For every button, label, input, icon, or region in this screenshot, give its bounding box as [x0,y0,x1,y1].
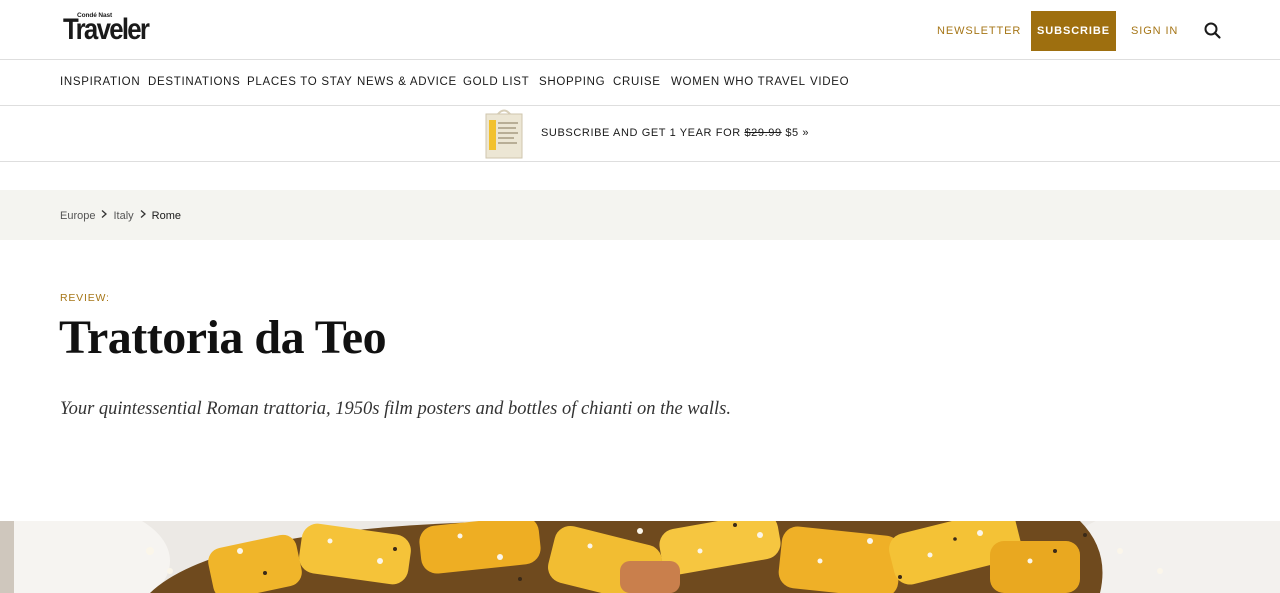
subscribe-promo-link[interactable]: SUBSCRIBE AND GET 1 YEAR FOR $29.99 $5 » [541,127,809,139]
breadcrumb-europe[interactable]: Europe [60,210,95,222]
breadcrumb-italy[interactable]: Italy [113,210,133,222]
nav-item-news-advice[interactable]: NEWS & ADVICE [357,76,457,88]
breadcrumb-bar: Europe Italy Rome [0,190,1280,240]
breadcrumb: Europe Italy Rome [60,209,181,222]
subscribe-promo-bar: SUBSCRIBE AND GET 1 YEAR FOR $29.99 $5 » [0,106,1280,162]
tote-bag-image[interactable] [484,108,524,160]
main-nav: INSPIRATION DESTINATIONS PLACES TO STAY … [0,60,1280,106]
breadcrumb-rome[interactable]: Rome [152,210,181,222]
promo-old-price: $29.99 [744,127,782,139]
page-title: Trattoria da Teo [59,311,387,364]
nav-item-cruise[interactable]: CRUISE [613,76,661,88]
pasta-dish-image [0,521,1280,593]
logo-big-text: Traveler [63,13,150,46]
site-header: Condé Nast Traveler NEWSLETTER SUBSCRIBE… [0,0,1280,60]
sign-in-link[interactable]: SIGN IN [1131,25,1178,37]
chevron-right-icon [134,209,152,222]
nav-item-women-who-travel[interactable]: WOMEN WHO TRAVEL [671,76,806,88]
newsletter-link[interactable]: NEWSLETTER [937,25,1021,37]
nav-item-gold-list[interactable]: GOLD LIST [463,76,529,88]
nav-item-video[interactable]: VIDEO [810,76,849,88]
subscribe-button[interactable]: SUBSCRIBE [1031,11,1116,51]
nav-item-inspiration[interactable]: INSPIRATION [60,76,140,88]
nav-item-shopping[interactable]: SHOPPING [539,76,605,88]
review-kicker: REVIEW: [60,292,110,304]
site-logo[interactable]: Condé Nast Traveler [63,12,150,46]
search-button[interactable] [1202,20,1224,42]
promo-text: SUBSCRIBE AND GET 1 YEAR FOR [541,127,745,139]
search-icon [1204,22,1221,39]
promo-new-price: $5 » [781,127,810,139]
chevron-right-icon [95,209,113,222]
hero-image [0,521,1280,593]
article-dek: Your quintessential Roman trattoria, 195… [60,399,732,419]
nav-item-places-to-stay[interactable]: PLACES TO STAY [247,76,352,88]
nav-item-destinations[interactable]: DESTINATIONS [148,76,241,88]
subscribe-button-label: SUBSCRIBE [1037,25,1110,37]
